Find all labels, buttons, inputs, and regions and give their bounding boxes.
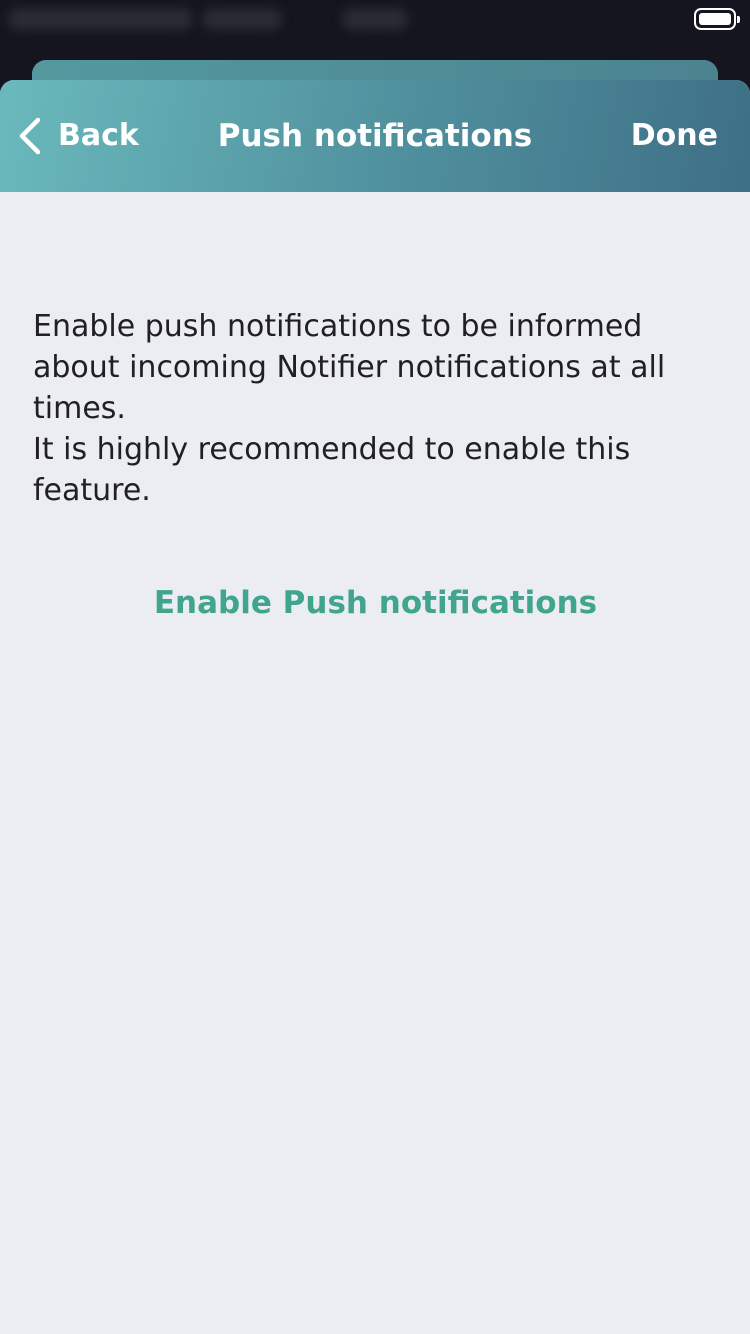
navigation-bar: Back Push notifications Done <box>0 80 750 192</box>
status-wifi-blur <box>202 8 282 30</box>
battery-tip <box>737 16 740 23</box>
status-bar <box>0 0 750 60</box>
modal-sheet: Back Push notifications Done Enable push… <box>0 80 750 1334</box>
status-carrier-blur <box>8 8 193 30</box>
enable-push-notifications-button[interactable]: Enable Push notifications <box>33 581 718 625</box>
battery-level <box>699 13 731 25</box>
done-button[interactable]: Done <box>631 114 718 158</box>
content-area: Enable push notifications to be informed… <box>0 192 750 625</box>
battery-icon <box>694 8 740 30</box>
description-text: Enable push notifications to be informed… <box>33 309 666 508</box>
screen: Back Push notifications Done Enable push… <box>0 0 750 1334</box>
status-time-blur <box>342 8 408 30</box>
